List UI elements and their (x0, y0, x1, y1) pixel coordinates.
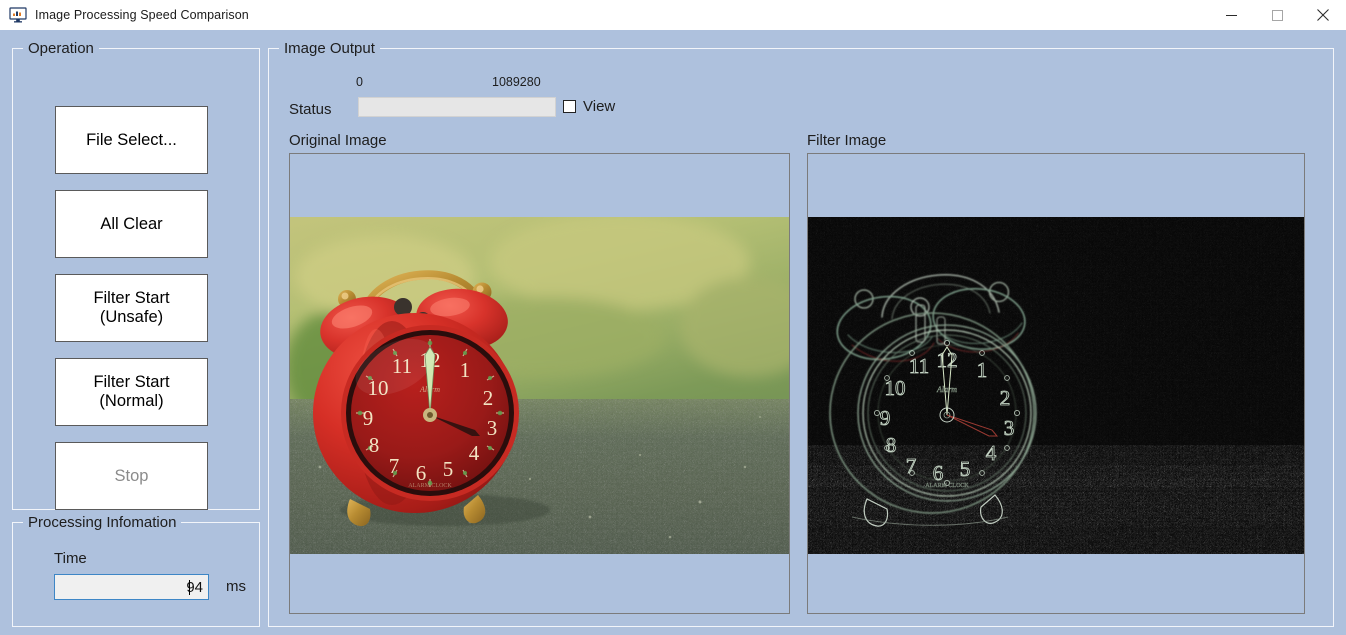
original-image-content: 12 1 2 3 4 5 6 7 8 9 10 11 (290, 217, 789, 554)
svg-text:9: 9 (880, 406, 891, 430)
svg-text:ALARM CLOCK: ALARM CLOCK (925, 483, 969, 489)
svg-text:7: 7 (906, 454, 917, 478)
filter-image-picturebox[interactable]: 12 1 2 3 4 5 6 7 8 9 10 11 Alarm ALARM C… (807, 153, 1305, 614)
svg-text:1: 1 (460, 358, 471, 382)
view-checkbox-label: View (583, 98, 616, 115)
svg-text:Alarm: Alarm (936, 385, 957, 394)
close-button[interactable] (1300, 0, 1346, 30)
svg-text:ALARM CLOCK: ALARM CLOCK (408, 483, 452, 489)
maximize-button[interactable] (1254, 0, 1300, 30)
svg-text:4: 4 (986, 441, 997, 465)
time-unit-label: ms (226, 578, 246, 595)
svg-text:6: 6 (933, 461, 944, 485)
svg-text:4: 4 (469, 441, 480, 465)
original-image-label: Original Image (289, 132, 387, 149)
window-title: Image Processing Speed Comparison (35, 8, 249, 22)
checkbox-box-icon (563, 100, 576, 113)
minimize-button[interactable] (1208, 0, 1254, 30)
text-caret (189, 579, 191, 595)
svg-text:9: 9 (363, 406, 374, 430)
operation-group-title: Operation (23, 40, 99, 57)
window-controls (1208, 0, 1346, 30)
progress-min-label: 0 (356, 75, 363, 89)
progress-max-label: 1089280 (492, 75, 541, 89)
svg-text:8: 8 (369, 433, 380, 457)
original-image-picturebox[interactable]: 12 1 2 3 4 5 6 7 8 9 10 11 (289, 153, 790, 614)
filter-image-label: Filter Image (807, 132, 887, 149)
status-progress-bar (358, 97, 556, 117)
svg-text:11: 11 (909, 354, 929, 378)
image-output-group-title: Image Output (279, 40, 380, 57)
processing-information-group-title: Processing Infomation (23, 514, 182, 531)
svg-text:5: 5 (443, 457, 454, 481)
file-select-button[interactable]: File Select... (55, 106, 208, 174)
svg-text:7: 7 (389, 454, 400, 478)
svg-text:6: 6 (416, 461, 427, 485)
view-checkbox[interactable]: View (563, 98, 615, 115)
svg-text:3: 3 (487, 416, 498, 440)
svg-text:10: 10 (885, 376, 906, 400)
status-label: Status (289, 101, 332, 118)
filter-image-content: 12 1 2 3 4 5 6 7 8 9 10 11 Alarm ALARM C… (808, 217, 1304, 554)
filter-start-normal-button[interactable]: Filter Start (Normal) (55, 358, 208, 426)
filter-photo: 12 1 2 3 4 5 6 7 8 9 10 11 Alarm ALARM C… (808, 217, 1304, 554)
svg-text:2: 2 (1000, 386, 1011, 410)
filter-start-unsafe-button[interactable]: Filter Start (Unsafe) (55, 274, 208, 342)
time-label: Time (54, 550, 87, 567)
operation-group: Operation File Select... All Clear Filte… (12, 40, 260, 510)
stop-button[interactable]: Stop (55, 442, 208, 510)
svg-text:5: 5 (960, 457, 971, 481)
svg-text:1: 1 (977, 358, 988, 382)
svg-text:12: 12 (937, 348, 958, 372)
all-clear-button[interactable]: All Clear (55, 190, 208, 258)
image-output-group: Image Output 0 1089280 Status View Origi… (268, 40, 1334, 627)
processing-information-group: Processing Infomation Time 94 ms (12, 514, 260, 627)
svg-text:3: 3 (1004, 416, 1015, 440)
svg-text:8: 8 (886, 433, 897, 457)
monitor-chart-icon (9, 7, 27, 23)
title-bar[interactable]: Image Processing Speed Comparison (0, 0, 1346, 31)
client-area: Operation File Select... All Clear Filte… (0, 30, 1346, 635)
original-photo: 12 1 2 3 4 5 6 7 8 9 10 11 (290, 217, 789, 554)
svg-text:2: 2 (483, 386, 494, 410)
time-input[interactable]: 94 (54, 574, 209, 600)
